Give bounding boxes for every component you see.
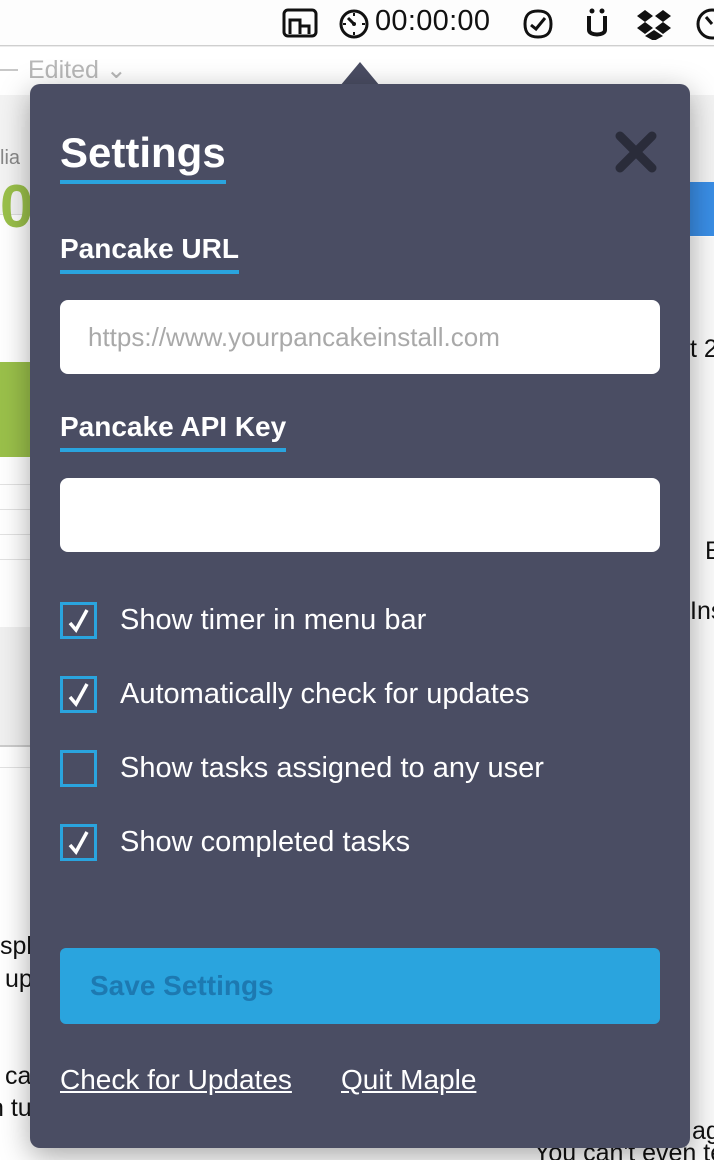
pancake-api-key-input[interactable] — [60, 478, 660, 552]
bg-line — [0, 484, 30, 485]
bg-line — [0, 767, 30, 768]
bg-fragment-ins: Ins — [690, 597, 714, 625]
pancake-api-key-label: Pancake API Key — [60, 410, 287, 452]
option-label: Automatically check for updates — [120, 677, 530, 710]
settings-title: Settings — [60, 129, 226, 185]
option-auto-update[interactable]: Automatically check for updates — [60, 674, 529, 714]
bg-line — [0, 534, 30, 535]
stopwatch-icon[interactable] — [338, 8, 370, 39]
bg-fragment-up: up — [5, 965, 33, 993]
bg-left-panel — [0, 627, 30, 747]
save-settings-button[interactable]: Save Settings — [60, 948, 660, 1024]
option-show-timer[interactable]: Show timer in menu bar — [60, 600, 426, 640]
close-button[interactable] — [614, 130, 658, 174]
option-label: Show timer in menu bar — [120, 603, 427, 636]
settings-popover: Settings Pancake URL Pancake API Key Sho… — [30, 84, 690, 1148]
checkbox-any-user-tasks[interactable] — [60, 749, 97, 787]
bg-fragment-t2: t 2 — [690, 335, 714, 363]
pancake-url-input[interactable] — [60, 300, 660, 374]
unicode-u-icon[interactable] — [584, 8, 610, 38]
quit-maple-link[interactable]: Quit Maple — [341, 1064, 476, 1096]
bg-line — [0, 559, 30, 560]
bg-blue-strip — [686, 182, 714, 236]
edited-label: Edited ⌄ — [28, 56, 127, 84]
edited-text: Edited — [28, 56, 99, 84]
checkbox-show-timer[interactable] — [60, 601, 97, 639]
checkbox-completed-tasks[interactable] — [60, 823, 97, 861]
pancake-url-label: Pancake URL — [60, 232, 239, 274]
bg-fragment-b: E — [705, 537, 714, 565]
close-icon — [615, 131, 657, 173]
bg-green-block — [0, 362, 32, 457]
bg-fragment-ca: ca — [5, 1062, 32, 1090]
menu-bar: 00:00:00 — [0, 0, 714, 46]
bg-fragment-ia: lia — [0, 147, 21, 169]
bg-right-panel — [686, 237, 714, 1160]
title-dash — [0, 69, 18, 71]
popover-arrow — [340, 62, 380, 86]
check-for-updates-link[interactable]: Check for Updates — [60, 1064, 292, 1096]
option-any-user-tasks[interactable]: Show tasks assigned to any user — [60, 748, 544, 788]
task-check-icon[interactable] — [522, 8, 554, 39]
menubar-timer[interactable]: 00:00:00 — [375, 5, 490, 38]
bg-line — [0, 509, 30, 510]
checkmark-icon — [68, 608, 89, 633]
option-completed-tasks[interactable]: Show completed tasks — [60, 822, 410, 862]
option-label: Show tasks assigned to any user — [120, 751, 544, 784]
dropbox-icon[interactable] — [636, 8, 672, 40]
option-label: Show completed tasks — [120, 825, 411, 858]
checkbox-auto-update[interactable] — [60, 675, 97, 713]
bg-fragment-tu: n tu — [0, 1094, 32, 1122]
checkmark-icon — [68, 682, 89, 707]
partial-app-icon[interactable] — [694, 8, 714, 40]
checkmark-icon — [68, 830, 89, 855]
pancake-app-icon[interactable] — [282, 8, 318, 38]
